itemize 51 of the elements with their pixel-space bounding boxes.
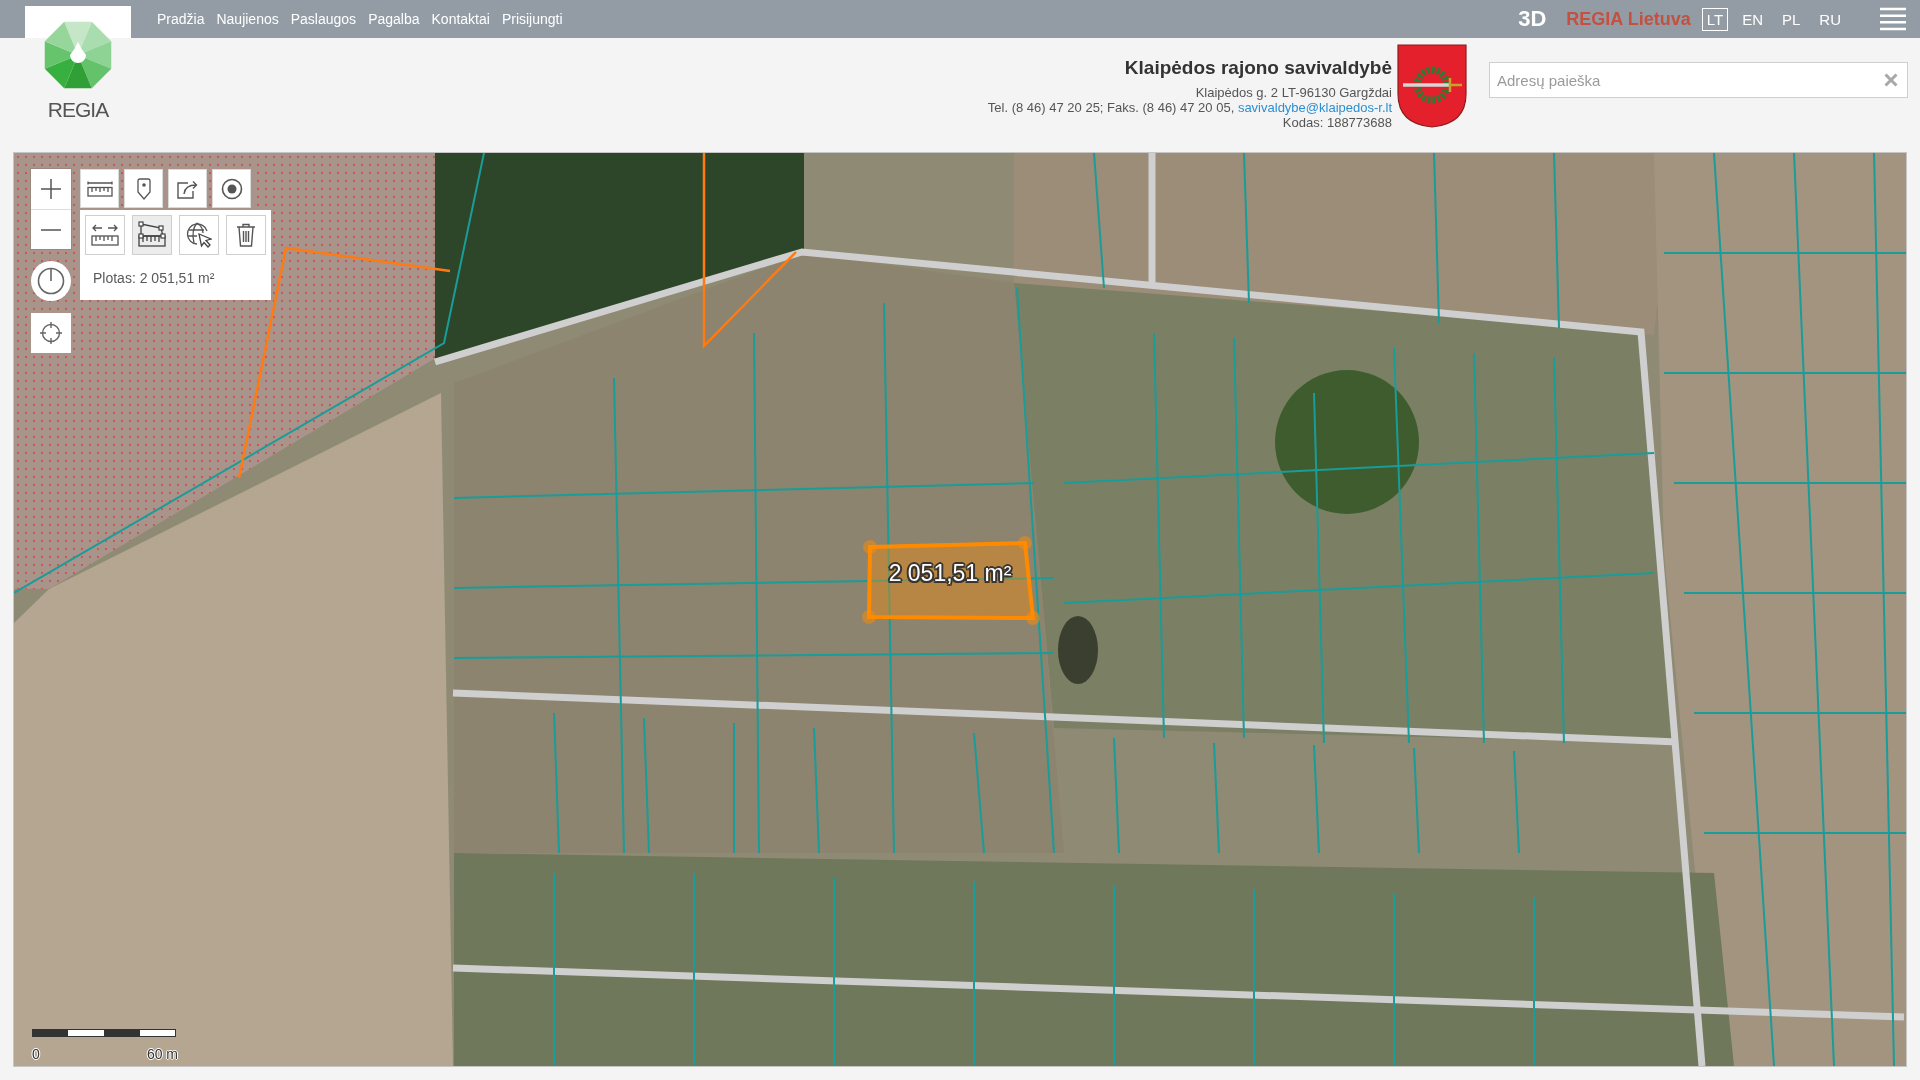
- language-option[interactable]: EN: [1737, 7, 1768, 31]
- share-button[interactable]: [168, 169, 207, 208]
- nav-link[interactable]: Kontaktai: [431, 10, 490, 28]
- shield-emblem-icon: [1397, 44, 1467, 128]
- nav-link[interactable]: Pagalba: [368, 10, 420, 28]
- marker-tool-button[interactable]: [124, 169, 163, 208]
- crosshair-icon: [40, 322, 62, 344]
- ruler-arrows-icon: [91, 224, 119, 246]
- ruler-icon: [86, 180, 113, 197]
- menu-icon: [1880, 7, 1906, 31]
- measure-tool-button[interactable]: [80, 169, 119, 208]
- zoom-out-button[interactable]: [31, 209, 71, 249]
- distance-measure-button[interactable]: [85, 215, 125, 255]
- share-icon: [176, 178, 199, 199]
- compass-icon: [37, 267, 65, 295]
- ruler-polygon-icon: [138, 221, 166, 249]
- address-text: Klaipėdos g. 2 LT-96130 Gargždai: [1194, 85, 1392, 100]
- email-link[interactable]: savivaldybe@klaipedos-r.lt: [1237, 100, 1392, 115]
- locate-button[interactable]: [31, 313, 71, 353]
- area-measure-label: 2 051,51 m²: [888, 560, 1012, 586]
- language-option[interactable]: RU: [1814, 7, 1846, 31]
- target-icon: [220, 177, 243, 200]
- point-tool-button[interactable]: [212, 169, 251, 208]
- clear-icon[interactable]: [1884, 73, 1898, 87]
- nav-link[interactable]: Prisijungti: [501, 10, 563, 28]
- scale-end-label: 60 m: [146, 1046, 178, 1062]
- plus-icon: [41, 179, 61, 199]
- address-search-field[interactable]: Adresų paieška: [1489, 62, 1908, 98]
- menu-button[interactable]: [1880, 7, 1906, 31]
- language-option[interactable]: LT: [1701, 7, 1729, 31]
- portal-link[interactable]: REGIA Lietuva: [1566, 8, 1691, 30]
- octagon-logo-icon[interactable]: [42, 19, 114, 91]
- municipality-name: Klaipėdos rajono savivaldybė: [1123, 57, 1392, 79]
- logo-text: REGIA: [46, 98, 110, 122]
- nav-link[interactable]: Naujienos: [216, 10, 279, 28]
- area-measure-button[interactable]: [132, 215, 172, 255]
- scale-start-label: 0: [32, 1046, 40, 1062]
- language-option[interactable]: PL: [1776, 7, 1806, 31]
- zoom-in-button[interactable]: [31, 169, 71, 209]
- contact-text: Tel. (8 46) 47 20 25; Faks. (8 46) 47 20 05, savivaldybe@klaipedos-r.lt: [987, 100, 1392, 115]
- nav-link[interactable]: Pradžia: [157, 10, 205, 28]
- trash-icon: [236, 223, 256, 247]
- measurement-result-text: Plotas: 2 051,51 m²: [93, 269, 216, 287]
- view-3d-toggle[interactable]: 3D: [1518, 6, 1547, 32]
- globe-cursor-icon: [186, 222, 212, 248]
- map-pin-icon: [136, 177, 151, 200]
- code-text: Kodas: 188773688: [1281, 115, 1392, 130]
- select-feature-button[interactable]: [179, 215, 219, 255]
- clear-measurements-button[interactable]: [226, 215, 266, 255]
- nav-link[interactable]: Paslaugos: [290, 10, 357, 28]
- minus-icon: [41, 228, 61, 231]
